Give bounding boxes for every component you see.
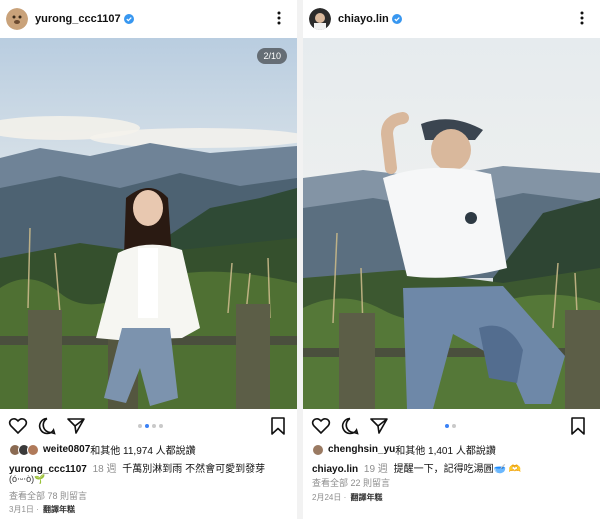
verified-badge-icon: [391, 14, 402, 24]
likes-user[interactable]: weite0807: [43, 444, 90, 455]
comment-icon[interactable]: [37, 416, 57, 436]
likes-text: 和其他 11,974 人都說讚: [90, 446, 196, 457]
post-header: yurong_ccc1107: [0, 0, 297, 38]
liker-avatars: [312, 443, 324, 456]
bookmark-icon[interactable]: [568, 416, 588, 436]
post-header: chiayo.lin: [303, 0, 600, 38]
caption-text: 提醒一下，記得吃湯圓🥣 🫶: [393, 464, 522, 475]
liker-avatars: [9, 443, 39, 456]
likes-text: 和其他 1,401 人都說讚: [395, 446, 496, 457]
post-date-row: 3月1日 · 翻譯年糕: [9, 505, 76, 514]
caption-text: 千萬別淋到雨 不然會可愛到發芽: [122, 464, 266, 475]
caption: yurong_ccc1107 18 週 千萬別淋到雨 不然會可愛到發芽: [9, 460, 291, 475]
view-comments-link[interactable]: 查看全部 22 則留言: [312, 476, 390, 489]
post-photo[interactable]: 2/10: [0, 38, 297, 409]
post-date: 2月24日: [312, 493, 342, 502]
send-icon[interactable]: [369, 416, 389, 436]
carousel-dots: [445, 424, 456, 428]
caption-ago: 18 週: [92, 464, 117, 475]
translate-link[interactable]: 翻譯年糕: [43, 505, 75, 514]
more-options-icon[interactable]: [574, 9, 590, 27]
action-bar: [303, 416, 600, 438]
avatar[interactable]: [6, 8, 28, 30]
caption-user[interactable]: chiayo.lin: [312, 464, 358, 475]
verified-badge-icon: [123, 14, 134, 24]
send-icon[interactable]: [66, 416, 86, 436]
post-date-row: 2月24日 · 翻譯年糕: [312, 493, 383, 502]
post-photo[interactable]: [303, 38, 600, 409]
username[interactable]: chiayo.lin: [338, 13, 389, 25]
heart-icon[interactable]: [8, 416, 28, 436]
heart-icon[interactable]: [311, 416, 331, 436]
bookmark-icon[interactable]: [268, 416, 288, 436]
avatar[interactable]: [309, 8, 331, 30]
post-date: 3月1日: [9, 505, 34, 514]
action-bar: [0, 416, 297, 438]
left-post: yurong_ccc1107 2/10 weite0807 和其他 11,974…: [0, 0, 297, 519]
caption: chiayo.lin 19 週 提醒一下，記得吃湯圓🥣 🫶: [312, 460, 594, 475]
comment-icon[interactable]: [340, 416, 360, 436]
likes-user[interactable]: chenghsin_yu: [328, 444, 395, 455]
view-comments-link[interactable]: 查看全部 78 則留言: [9, 489, 87, 502]
translate-link[interactable]: 翻譯年糕: [350, 493, 382, 502]
caption-ago: 19 週: [363, 464, 388, 475]
caption-emoji: (ó‧ᵕ‧ò)🌱: [9, 474, 46, 484]
more-options-icon[interactable]: [271, 9, 287, 27]
carousel-dots: [138, 424, 163, 428]
right-post: chiayo.lin chenghsin_yu 和其他 1,401 人都說讚 c…: [303, 0, 600, 519]
photo-counter: 2/10: [257, 48, 287, 64]
username[interactable]: yurong_ccc1107: [35, 13, 121, 25]
likes-summary[interactable]: chenghsin_yu 和其他 1,401 人都說讚: [312, 442, 496, 457]
likes-summary[interactable]: weite0807 和其他 11,974 人都說讚: [9, 442, 196, 457]
